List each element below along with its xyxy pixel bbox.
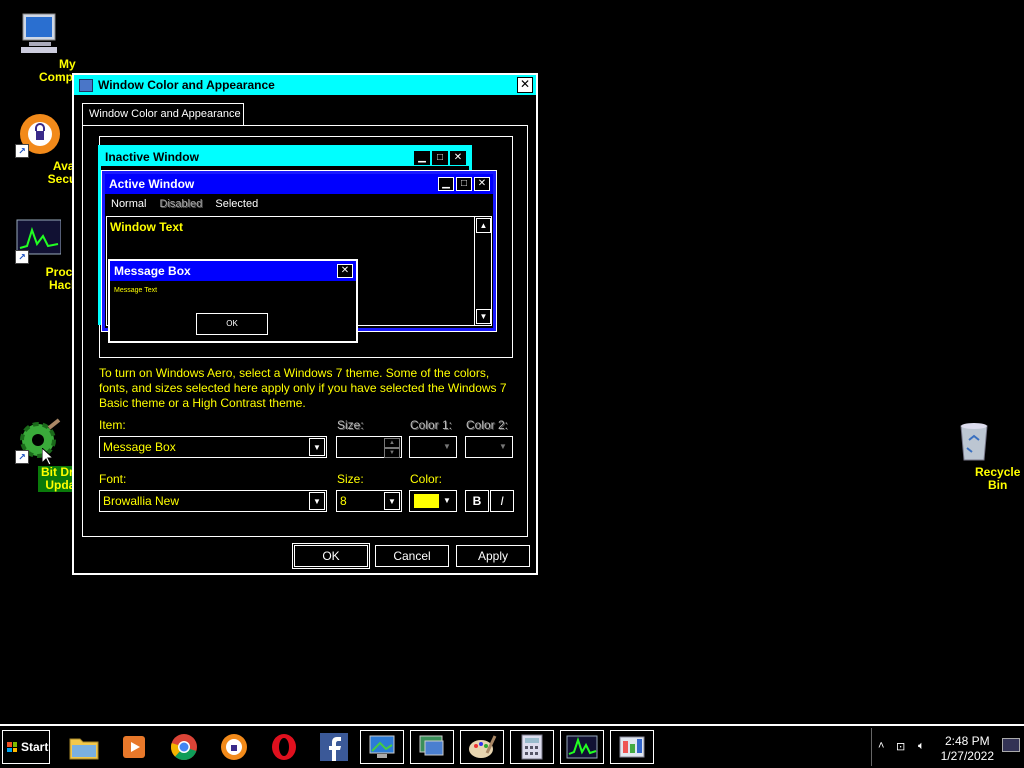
clock-time: 2:48 PM: [944, 734, 990, 748]
cancel-button[interactable]: Cancel: [375, 545, 449, 567]
taskbar: Start ˄ ⊡ 🔈︎ 2:48 PM 1/27/2022: [0, 724, 1024, 768]
preview-menubar: Normal Disabled Selected: [105, 194, 493, 214]
maximize-icon: □: [456, 177, 472, 191]
inactive-window-title: Inactive Window: [105, 150, 199, 164]
system-tray: ˄ ⊡ 🔈︎ 2:48 PM 1/27/2022: [871, 728, 1024, 766]
close-icon: ✕: [450, 151, 466, 165]
process-hacker-icon: ↗: [15, 218, 62, 264]
ok-button[interactable]: OK: [292, 543, 370, 569]
start-label: Start: [21, 740, 49, 754]
avast-icon: ↗: [15, 112, 61, 158]
minimize-icon: ▁: [438, 177, 454, 191]
gear-icon: ↗: [15, 418, 61, 464]
chevron-down-icon[interactable]: ▼: [495, 438, 511, 456]
dialog-title: Window Color and Appearance: [98, 78, 275, 92]
desktop-icon-label: Recycle Bin: [975, 465, 1021, 492]
control-panel-icon[interactable]: [610, 730, 654, 764]
item-size-label: Size:: [337, 418, 364, 432]
color1-label: Color 1:: [410, 418, 453, 432]
item-size-spinner[interactable]: ▲ ▼: [336, 436, 402, 458]
calculator-icon[interactable]: [510, 730, 554, 764]
message-text: Message Text: [114, 287, 158, 294]
close-icon: ✕: [337, 264, 353, 278]
font-size-label: Size:: [337, 472, 364, 486]
font-select[interactable]: Browallia New ▼: [99, 490, 327, 512]
maximize-icon: □: [432, 151, 448, 165]
process-hacker-icon[interactable]: [560, 730, 604, 764]
window-text: Window Text: [110, 220, 183, 234]
paint-icon[interactable]: [460, 730, 504, 764]
color1-picker[interactable]: ▼: [409, 436, 457, 458]
chevron-down-icon[interactable]: ▼: [439, 492, 455, 510]
color2-picker[interactable]: ▼: [465, 436, 513, 458]
clock[interactable]: 2:48 PM 1/27/2022: [941, 734, 994, 764]
chevron-down-icon[interactable]: ▼: [384, 492, 400, 510]
font-label: Font:: [99, 472, 127, 486]
desktop-icon-process-hacker[interactable]: ↗ Process Hacker: [0, 218, 92, 292]
appearance-preview[interactable]: Inactive Window ▁ □ ✕ Active Window ▁ □ …: [98, 136, 513, 358]
desktop-icon-recycle-bin[interactable]: Recycle Bin: [936, 418, 1020, 492]
font-color-label: Color:: [410, 472, 443, 486]
scroll-up-icon[interactable]: ▲: [476, 218, 491, 233]
facebook-icon[interactable]: [312, 730, 356, 764]
item-select[interactable]: Message Box ▼: [99, 436, 327, 458]
message-box-preview[interactable]: Message Box ✕ Message Text OK: [108, 259, 358, 343]
opera-icon[interactable]: [262, 730, 306, 764]
media-player-icon[interactable]: [112, 730, 156, 764]
italic-button[interactable]: I: [490, 490, 514, 512]
info-text: To turn on Windows Aero, select a Window…: [99, 366, 507, 410]
mouse-cursor-icon: [41, 446, 55, 469]
chevron-down-icon[interactable]: ▼: [439, 438, 455, 456]
file-explorer-icon[interactable]: [62, 730, 106, 764]
chevron-up-icon[interactable]: ˄: [878, 740, 884, 752]
color2-label: Color 2:: [466, 418, 509, 432]
clock-date: 1/27/2022: [940, 749, 994, 763]
remote-desktop-icon[interactable]: [410, 730, 454, 764]
spinner-arrows-icon[interactable]: ▲ ▼: [384, 438, 400, 458]
scroll-down-icon[interactable]: ▼: [476, 309, 491, 324]
chevron-down-icon[interactable]: ▼: [309, 438, 325, 456]
tab-window-color[interactable]: Window Color and Appearance: [82, 103, 244, 125]
apply-button[interactable]: Apply: [456, 545, 530, 567]
show-desktop-icon[interactable]: [1002, 738, 1020, 752]
active-window-title: Active Window: [109, 177, 195, 191]
shortcut-arrow-icon: ↗: [15, 144, 29, 158]
windows-logo-icon: [7, 742, 17, 752]
window-color-dialog: Window Color and Appearance ✕ Window Col…: [72, 73, 538, 575]
start-button[interactable]: Start: [2, 730, 50, 764]
font-size-value: 8: [340, 494, 347, 508]
dialog-title-bar[interactable]: Window Color and Appearance ✕: [74, 75, 536, 95]
shortcut-arrow-icon: ↗: [15, 450, 29, 464]
font-color-picker[interactable]: ▼: [409, 490, 457, 512]
menu-normal[interactable]: Normal: [111, 198, 146, 210]
avast-icon[interactable]: [212, 730, 256, 764]
network-icon[interactable]: ⊡: [896, 740, 905, 753]
vertical-scrollbar[interactable]: ▲ ▼: [474, 217, 491, 325]
close-icon: ✕: [474, 177, 490, 191]
color-swatch: [414, 494, 440, 508]
computer-icon: [15, 10, 61, 56]
message-box-ok-button[interactable]: OK: [196, 313, 268, 335]
font-select-value: Browallia New: [103, 494, 180, 508]
bold-button[interactable]: B: [465, 490, 489, 512]
item-label: Item:: [99, 418, 126, 432]
tab-panel: Inactive Window ▁ □ ✕ Active Window ▁ □ …: [82, 125, 528, 537]
volume-icon[interactable]: 🔈︎: [918, 740, 925, 753]
recycle-bin-icon: [951, 418, 997, 464]
menu-disabled[interactable]: Disabled: [160, 198, 203, 210]
desktop-icon-my-computer[interactable]: My Computer: [0, 10, 96, 84]
item-select-value: Message Box: [103, 440, 176, 454]
chrome-icon[interactable]: [162, 730, 206, 764]
menu-selected[interactable]: Selected: [215, 198, 258, 210]
dialog-app-icon: [79, 79, 93, 92]
desktop-icon-bit-driver-updater[interactable]: ↗ Bit Driver Updater: [0, 418, 98, 492]
message-box-title: Message Box: [114, 264, 191, 278]
close-icon[interactable]: ✕: [517, 77, 533, 93]
font-size-select[interactable]: 8 ▼: [336, 490, 402, 512]
display-settings-icon[interactable]: [360, 730, 404, 764]
desktop-icon-avast[interactable]: ↗ Avast Secur...: [0, 112, 90, 186]
minimize-icon: ▁: [414, 151, 430, 165]
chevron-down-icon[interactable]: ▼: [309, 492, 325, 510]
shortcut-arrow-icon: ↗: [15, 250, 29, 264]
